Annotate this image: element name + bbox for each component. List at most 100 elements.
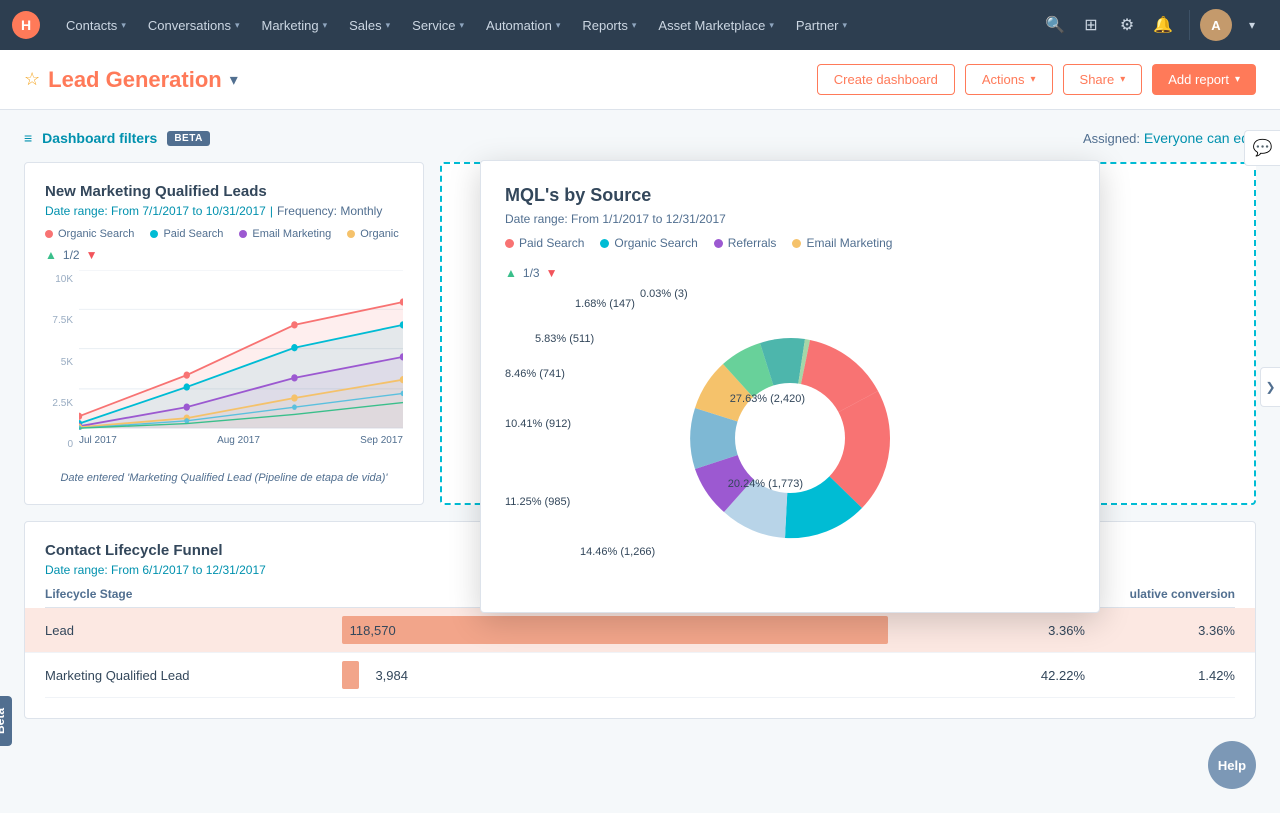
assigned-value[interactable]: Everyone can edit — [1144, 130, 1256, 146]
assigned-section: Assigned: Everyone can edit — [1083, 130, 1256, 146]
row-lead-bar: 118,570 — [342, 616, 935, 644]
nav-service-label: Service — [412, 18, 455, 33]
chevron-down-icon: ▾ — [1235, 74, 1240, 85]
mql-card-title: New Marketing Qualified Leads — [45, 183, 403, 200]
nav-conversations[interactable]: Conversations ▾ — [138, 12, 250, 39]
nav-icon-group: 🔍 ⊞ ⚙ 🔔 A ▾ — [1039, 9, 1268, 41]
legend-email-marketing: Email Marketing — [239, 228, 331, 240]
legend-dot-organic2 — [347, 230, 355, 238]
avatar-dropdown-icon[interactable]: ▾ — [1236, 9, 1268, 41]
nav-asset-marketplace-label: Asset Marketplace — [658, 18, 765, 33]
nav-sales[interactable]: Sales ▾ — [339, 12, 400, 39]
collapse-panel-icon[interactable]: ❯ — [1260, 367, 1280, 407]
search-icon[interactable]: 🔍 — [1039, 9, 1071, 41]
pag-down-icon: ▼ — [86, 248, 98, 262]
chevron-down-icon: ▾ — [556, 20, 561, 31]
popup-pagination: ▲ 1/3 ▼ — [505, 266, 1075, 280]
nav-partner[interactable]: Partner ▾ — [786, 12, 857, 39]
row-mql-bar: 3,984 — [342, 661, 935, 689]
row-lead-label: Lead — [45, 623, 342, 638]
actions-button[interactable]: Actions ▾ — [965, 64, 1053, 95]
filter-icon: ≡ — [24, 130, 32, 146]
notifications-icon[interactable]: 🔔 — [1147, 9, 1179, 41]
nav-contacts[interactable]: Contacts ▾ — [56, 12, 136, 39]
pag-down-icon: ▼ — [546, 266, 558, 280]
popup-legend-email: Email Marketing — [792, 236, 892, 250]
header-left: ☆ Lead Generation ▾ — [24, 67, 817, 93]
pie-chart-container: 27.63% (2,420) 20.24% (1,773) 14.46% (1,… — [505, 288, 1075, 588]
header-bar: ☆ Lead Generation ▾ Create dashboard Act… — [0, 50, 1280, 110]
page-title: Lead Generation — [48, 67, 222, 93]
chevron-down-icon: ▾ — [235, 20, 240, 31]
chevron-down-icon: ▾ — [769, 20, 774, 31]
row-mql-label: Marketing Qualified Lead — [45, 668, 342, 683]
title-dropdown-icon[interactable]: ▾ — [230, 70, 238, 90]
avatar[interactable]: A — [1200, 9, 1232, 41]
create-dashboard-button[interactable]: Create dashboard — [817, 64, 955, 95]
mql-frequency: Frequency: Monthly — [277, 204, 382, 218]
top-navigation: H Contacts ▾ Conversations ▾ Marketing ▾… — [0, 0, 1280, 50]
settings-icon[interactable]: ⚙ — [1111, 9, 1143, 41]
assigned-label: Assigned: — [1083, 131, 1140, 146]
popup-legend-organic: Organic Search — [600, 236, 697, 250]
chevron-down-icon: ▾ — [121, 20, 126, 31]
pie-label-8: 8.46% (741) — [505, 368, 565, 380]
chevron-down-icon: ▾ — [632, 20, 637, 31]
nav-asset-marketplace[interactable]: Asset Marketplace ▾ — [648, 12, 783, 39]
add-report-button[interactable]: Add report ▾ — [1152, 64, 1256, 95]
chevron-down-icon: ▾ — [386, 20, 391, 31]
pag-up-icon: ▲ — [45, 248, 57, 262]
popup-legend: Paid Search Organic Search Referrals Ema… — [505, 236, 1075, 250]
apps-icon[interactable]: ⊞ — [1075, 9, 1107, 41]
legend-dot — [505, 239, 514, 248]
table-row: Marketing Qualified Lead 3,984 42.22% 1.… — [45, 653, 1235, 698]
share-button[interactable]: Share ▾ — [1063, 64, 1143, 95]
nav-service[interactable]: Service ▾ — [402, 12, 474, 39]
row-mql-col3: 42.22% — [935, 668, 1085, 683]
pie-label-1: 1.68% (147) — [575, 298, 635, 310]
pipe-separator: | — [270, 204, 273, 218]
legend-dot-email — [239, 230, 247, 238]
nav-reports-label: Reports — [582, 18, 628, 33]
mql-line-chart-card: New Marketing Qualified Leads Date range… — [24, 162, 424, 505]
pie-chart-svg — [640, 288, 940, 588]
main-content: ≡ Dashboard filters BETA Assigned: Every… — [0, 110, 1280, 813]
nav-sales-label: Sales — [349, 18, 382, 33]
pie-label-5: 5.83% (511) — [535, 333, 594, 345]
dashboard-filters-label[interactable]: Dashboard filters — [42, 130, 157, 146]
nav-marketing[interactable]: Marketing ▾ — [251, 12, 337, 39]
chevron-down-icon: ▾ — [1031, 74, 1036, 85]
nav-reports[interactable]: Reports ▾ — [572, 12, 646, 39]
y-axis: 10K 7.5K 5K 2.5K 0 — [45, 270, 79, 470]
beta-button[interactable]: Beta — [0, 696, 12, 746]
popup-pag-fraction: 1/3 — [523, 266, 540, 280]
line-chart-svg — [79, 270, 403, 430]
col-lifecycle-stage: Lifecycle Stage — [45, 587, 342, 601]
x-axis-label: Date entered 'Marketing Qualified Lead (… — [45, 472, 403, 484]
favorite-star-icon[interactable]: ☆ — [24, 69, 40, 90]
pag-up-icon: ▲ — [505, 266, 517, 280]
nav-items: Contacts ▾ Conversations ▾ Marketing ▾ S… — [56, 12, 1039, 39]
legend-dot — [714, 239, 723, 248]
nav-divider — [1189, 10, 1190, 40]
row-mql-value: 3,984 — [375, 668, 408, 683]
beta-badge: BETA — [167, 131, 209, 146]
hubspot-logo[interactable]: H — [12, 11, 40, 39]
donut-hole — [735, 383, 845, 493]
chevron-down-icon: ▾ — [1120, 74, 1125, 85]
pie-label-11: 11.25% (985) — [505, 496, 570, 508]
chat-icon[interactable]: 💬 — [1244, 130, 1280, 166]
nav-conversations-label: Conversations — [148, 18, 231, 33]
col-cumulative: ulative conversion — [1085, 587, 1235, 601]
help-button[interactable]: Help — [1208, 741, 1256, 789]
bar-fill-lead: 118,570 — [342, 616, 888, 644]
mql-date-range: Date range: From 7/1/2017 to 10/31/2017 — [45, 204, 266, 218]
legend-paid-search: Paid Search — [150, 228, 223, 240]
nav-automation[interactable]: Automation ▾ — [476, 12, 570, 39]
header-actions: Create dashboard Actions ▾ Share ▾ Add r… — [817, 64, 1256, 95]
row-lead-value: 118,570 — [350, 623, 396, 638]
chevron-down-icon: ▾ — [843, 20, 848, 31]
bar-fill-mql — [342, 661, 360, 689]
row-lead-col3: 3.36% — [935, 623, 1085, 638]
mql-legend: Organic Search Paid Search Email Marketi… — [45, 228, 403, 240]
